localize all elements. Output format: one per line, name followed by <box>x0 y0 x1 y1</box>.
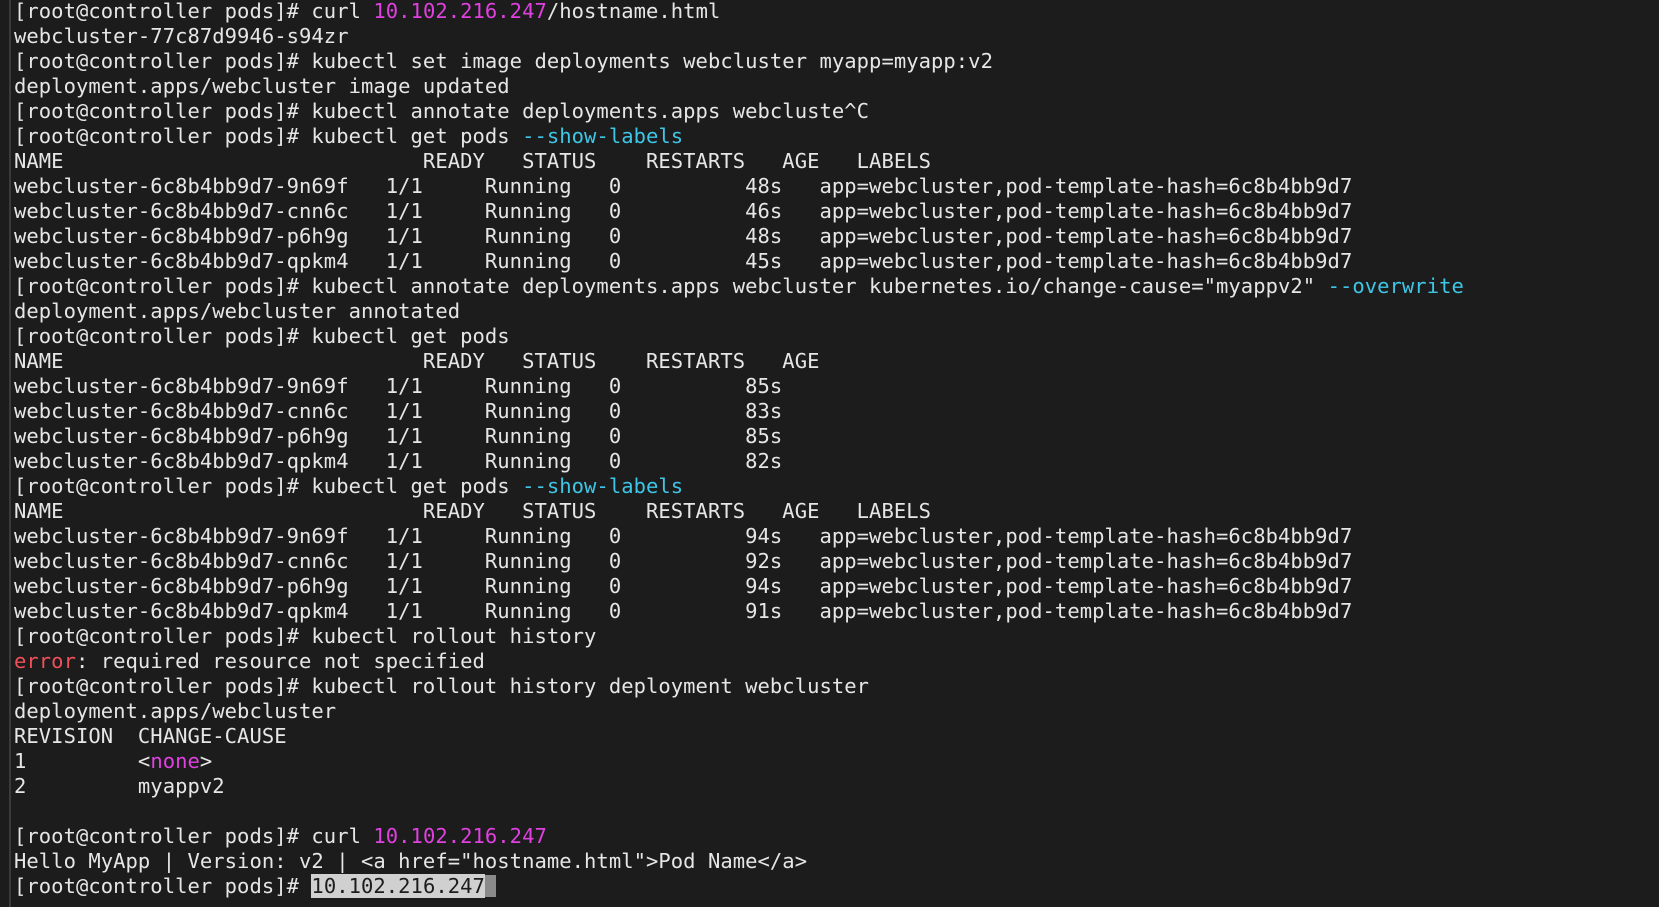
terminal-text: none <box>150 749 200 773</box>
terminal-text: [root@controller pods]# kubectl get pods <box>14 124 523 148</box>
terminal-line: deployment.apps/webcluster image updated <box>14 74 1659 99</box>
terminal-text: webcluster-77c87d9946-s94zr <box>14 24 349 48</box>
terminal-text: NAME READY STATUS RESTARTS AGE LABELS <box>14 149 932 173</box>
terminal-text: 1 < <box>14 749 151 773</box>
terminal-left-border <box>9 0 11 907</box>
terminal-text: deployment.apps/webcluster <box>14 699 337 723</box>
terminal-line: webcluster-6c8b4bb9d7-cnn6c 1/1 Running … <box>14 199 1659 224</box>
terminal-line: webcluster-6c8b4bb9d7-9n69f 1/1 Running … <box>14 174 1659 199</box>
terminal-text: webcluster-6c8b4bb9d7-p6h9g 1/1 Running … <box>14 424 783 448</box>
terminal-line: 2 myappv2 <box>14 774 1659 799</box>
terminal-text: --overwrite <box>1327 274 1464 298</box>
terminal-line: NAME READY STATUS RESTARTS AGE <box>14 349 1659 374</box>
terminal-text: [root@controller pods]# kubectl rollout … <box>14 674 870 698</box>
terminal-text: [root@controller pods]# <box>14 874 312 898</box>
terminal-line: webcluster-6c8b4bb9d7-cnn6c 1/1 Running … <box>14 549 1659 574</box>
terminal-text: deployment.apps/webcluster annotated <box>14 299 461 323</box>
terminal-text: NAME READY STATUS RESTARTS AGE <box>14 349 820 373</box>
terminal-text: [root@controller pods]# kubectl rollout … <box>14 624 597 648</box>
terminal-text: [root@controller pods]# kubectl annotate… <box>14 274 1328 298</box>
terminal-text: [root@controller pods]# kubectl get pods <box>14 324 510 348</box>
terminal-line: NAME READY STATUS RESTARTS AGE LABELS <box>14 149 1659 174</box>
terminal-text: webcluster-6c8b4bb9d7-cnn6c 1/1 Running … <box>14 199 1353 223</box>
terminal-line: webcluster-6c8b4bb9d7-p6h9g 1/1 Running … <box>14 224 1659 249</box>
terminal-line: webcluster-6c8b4bb9d7-cnn6c 1/1 Running … <box>14 399 1659 424</box>
terminal-line: [root@controller pods]# kubectl rollout … <box>14 624 1659 649</box>
terminal-line: deployment.apps/webcluster annotated <box>14 299 1659 324</box>
terminal-line: webcluster-6c8b4bb9d7-9n69f 1/1 Running … <box>14 374 1659 399</box>
terminal-text: Hello MyApp | Version: v2 | <a href="hos… <box>14 849 808 873</box>
terminal-line: [root@controller pods]# curl 10.102.216.… <box>14 824 1659 849</box>
terminal-line: webcluster-6c8b4bb9d7-qpkm4 1/1 Running … <box>14 599 1659 624</box>
terminal-line: webcluster-77c87d9946-s94zr <box>14 24 1659 49</box>
terminal-text: 2 myappv2 <box>14 774 225 798</box>
terminal-line: [root@controller pods]# curl 10.102.216.… <box>14 0 1659 24</box>
terminal-line: [root@controller pods]# kubectl annotate… <box>14 274 1659 299</box>
terminal-text: : required resource not specified <box>75 649 485 673</box>
terminal-text: deployment.apps/webcluster image updated <box>14 74 510 98</box>
terminal-line: [root@controller pods]# kubectl get pods… <box>14 124 1659 149</box>
terminal-text: 10.102.216.247 <box>373 824 547 848</box>
terminal-line: webcluster-6c8b4bb9d7-qpkm4 1/1 Running … <box>14 249 1659 274</box>
terminal-line: [root@controller pods]# kubectl get pods <box>14 324 1659 349</box>
terminal-line: Hello MyApp | Version: v2 | <a href="hos… <box>14 849 1659 874</box>
terminal-cursor <box>484 874 496 897</box>
terminal-text: webcluster-6c8b4bb9d7-cnn6c 1/1 Running … <box>14 399 783 423</box>
terminal-text: webcluster-6c8b4bb9d7-qpkm4 1/1 Running … <box>14 249 1353 273</box>
terminal-text: NAME READY STATUS RESTARTS AGE LABELS <box>14 499 932 523</box>
selected-text: 10.102.216.247 <box>311 874 485 898</box>
terminal-text: REVISION CHANGE-CAUSE <box>14 724 287 748</box>
terminal-text: --show-labels <box>522 124 684 148</box>
terminal-line: [root@controller pods]# kubectl annotate… <box>14 99 1659 124</box>
terminal-line: [root@controller pods]# kubectl set imag… <box>14 49 1659 74</box>
terminal-text: 10.102.216.247 <box>373 0 547 23</box>
terminal-text: webcluster-6c8b4bb9d7-cnn6c 1/1 Running … <box>14 549 1353 573</box>
terminal-text: webcluster-6c8b4bb9d7-9n69f 1/1 Running … <box>14 524 1353 548</box>
terminal-text: webcluster-6c8b4bb9d7-qpkm4 1/1 Running … <box>14 449 783 473</box>
terminal-text: [root@controller pods]# curl <box>14 0 374 23</box>
terminal-text: webcluster-6c8b4bb9d7-p6h9g 1/1 Running … <box>14 224 1353 248</box>
terminal-text: [root@controller pods]# kubectl get pods <box>14 474 523 498</box>
terminal-text: [root@controller pods]# kubectl set imag… <box>14 49 993 73</box>
terminal-line: webcluster-6c8b4bb9d7-p6h9g 1/1 Running … <box>14 424 1659 449</box>
terminal-text: [root@controller pods]# curl <box>14 824 374 848</box>
terminal-text: webcluster-6c8b4bb9d7-9n69f 1/1 Running … <box>14 174 1353 198</box>
terminal-text: [root@controller pods]# kubectl annotate… <box>14 99 870 123</box>
terminal-line: webcluster-6c8b4bb9d7-9n69f 1/1 Running … <box>14 524 1659 549</box>
terminal-output: [root@controller pods]# curl 10.102.216.… <box>14 0 1659 899</box>
terminal-line: error: required resource not specified <box>14 649 1659 674</box>
terminal-text: webcluster-6c8b4bb9d7-qpkm4 1/1 Running … <box>14 599 1353 623</box>
terminal-line: 1 <none> <box>14 749 1659 774</box>
terminal-line: [root@controller pods]# kubectl rollout … <box>14 674 1659 699</box>
terminal-line: NAME READY STATUS RESTARTS AGE LABELS <box>14 499 1659 524</box>
terminal-text: /hostname.html <box>546 0 721 23</box>
terminal-text: webcluster-6c8b4bb9d7-p6h9g 1/1 Running … <box>14 574 1353 598</box>
error-label: error <box>14 649 76 673</box>
terminal-line: REVISION CHANGE-CAUSE <box>14 724 1659 749</box>
terminal-text: webcluster-6c8b4bb9d7-9n69f 1/1 Running … <box>14 374 783 398</box>
terminal-window[interactable]: [root@controller pods]# curl 10.102.216.… <box>0 0 1659 907</box>
terminal-line: webcluster-6c8b4bb9d7-p6h9g 1/1 Running … <box>14 574 1659 599</box>
terminal-text: --show-labels <box>522 474 684 498</box>
terminal-line: deployment.apps/webcluster <box>14 699 1659 724</box>
terminal-line: [root@controller pods]# kubectl get pods… <box>14 474 1659 499</box>
terminal-line: webcluster-6c8b4bb9d7-qpkm4 1/1 Running … <box>14 449 1659 474</box>
terminal-text: > <box>199 749 213 773</box>
terminal-line: [root@controller pods]# 10.102.216.247 <box>14 874 1659 899</box>
